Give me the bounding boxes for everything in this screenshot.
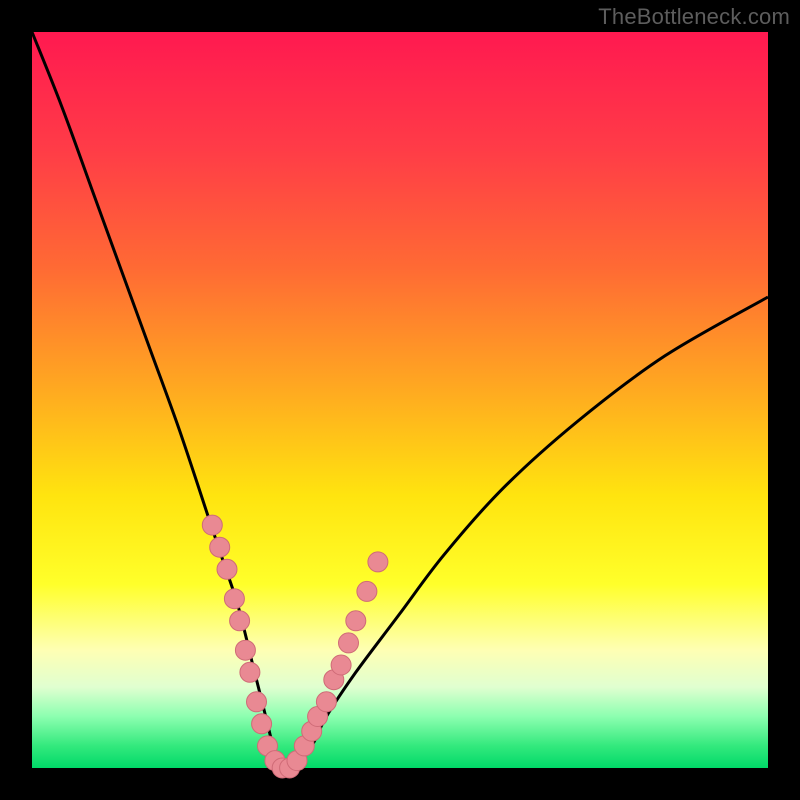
data-marker — [202, 515, 222, 535]
data-marker — [224, 589, 244, 609]
data-marker — [235, 640, 255, 660]
data-marker — [247, 692, 267, 712]
data-marker — [368, 552, 388, 572]
data-marker — [217, 559, 237, 579]
data-marker — [346, 611, 366, 631]
data-marker — [252, 714, 272, 734]
data-marker — [331, 655, 351, 675]
watermark-text: TheBottleneck.com — [598, 4, 790, 30]
plot-area — [32, 32, 768, 768]
data-marker — [240, 662, 260, 682]
data-marker — [210, 537, 230, 557]
marker-layer — [202, 515, 388, 778]
data-marker — [230, 611, 250, 631]
chart-svg — [32, 32, 768, 768]
data-marker — [357, 581, 377, 601]
chart-stage: TheBottleneck.com — [0, 0, 800, 800]
data-marker — [316, 692, 336, 712]
data-marker — [339, 633, 359, 653]
bottleneck-curve — [32, 32, 768, 769]
